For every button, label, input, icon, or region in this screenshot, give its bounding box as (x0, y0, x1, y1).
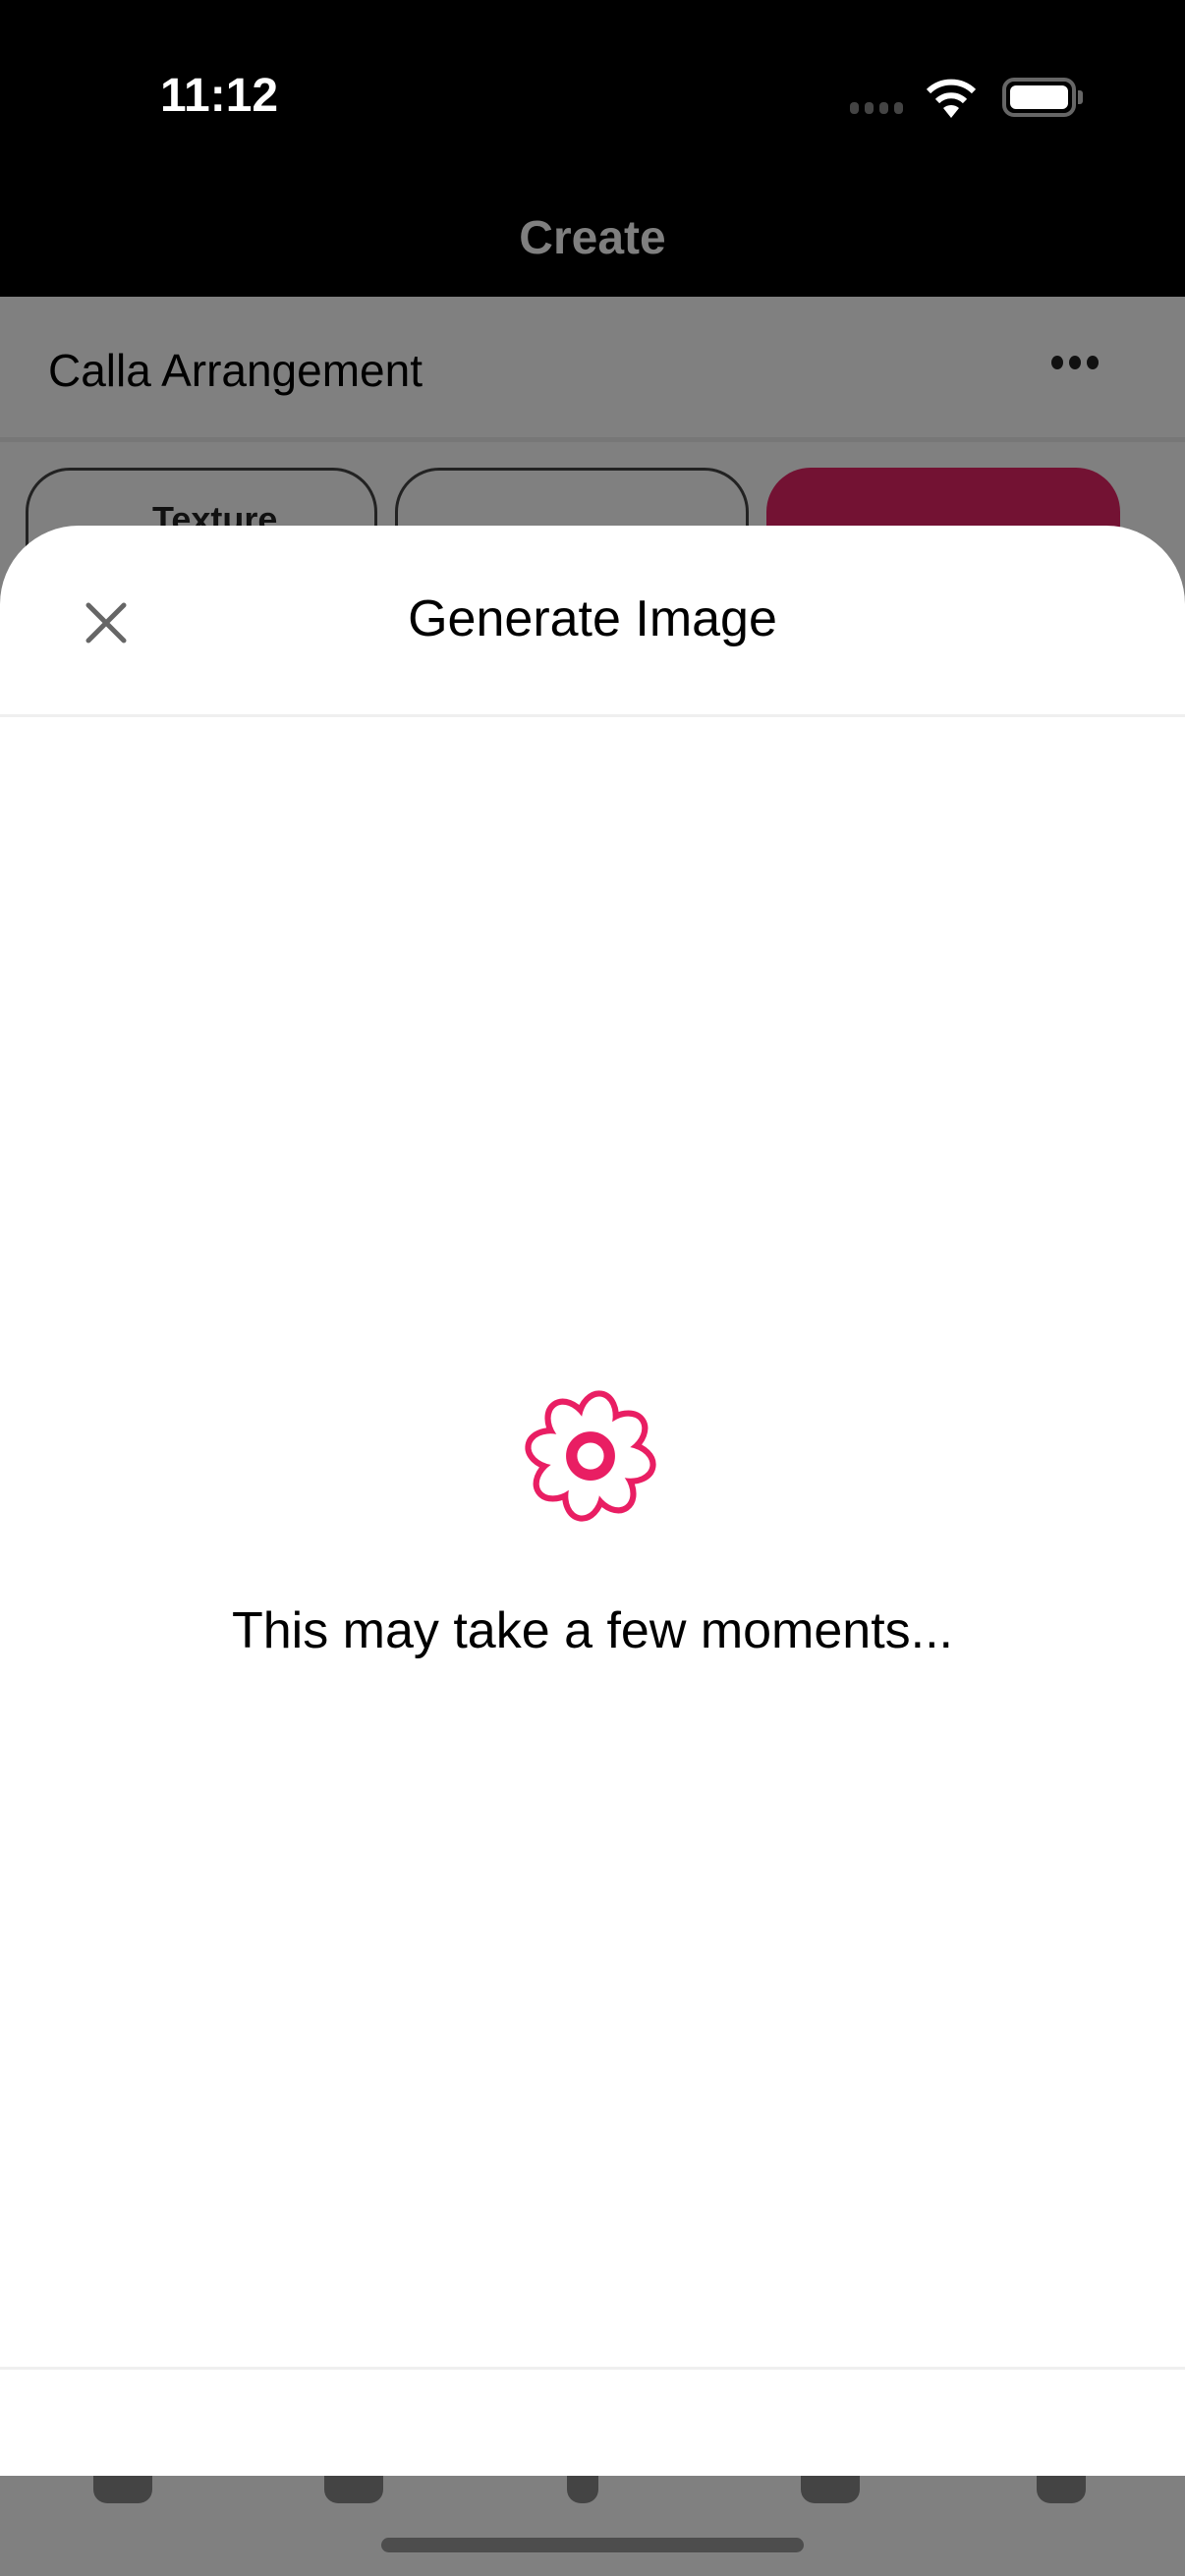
nav-title: Create (519, 212, 666, 264)
flower-icon (525, 1390, 656, 1522)
sheet-title: Generate Image (408, 590, 777, 647)
loading-message: This may take a few moments... (231, 1602, 954, 1659)
battery-cap (1078, 90, 1083, 104)
home-indicator[interactable] (381, 2538, 804, 2552)
tab-icon[interactable] (324, 2476, 383, 2503)
battery-icon (1002, 78, 1076, 117)
wifi-icon (926, 79, 977, 118)
tab-icon[interactable] (567, 2476, 598, 2503)
tab-icon[interactable] (801, 2476, 860, 2503)
tab-icon[interactable] (93, 2476, 152, 2503)
tab-icon[interactable] (1037, 2476, 1086, 2503)
project-title: Calla Arrangement (48, 345, 423, 396)
ellipsis-icon[interactable] (1051, 356, 1099, 369)
divider (0, 714, 1185, 717)
divider (0, 2367, 1185, 2370)
cellular-signal-icon (850, 102, 903, 114)
status-time: 11:12 (160, 70, 279, 122)
